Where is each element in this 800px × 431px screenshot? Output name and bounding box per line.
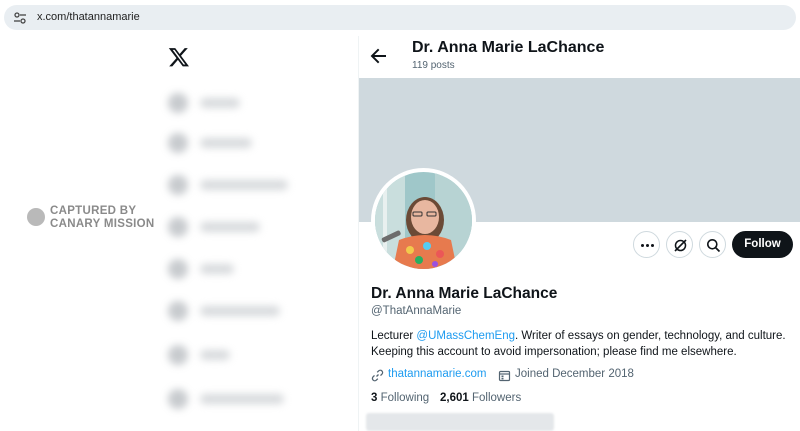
profile-header: Dr. Anna Marie LaChance 119 posts <box>359 36 800 78</box>
header-title: Dr. Anna Marie LaChance <box>412 39 605 56</box>
post-count: 119 posts <box>412 60 455 71</box>
profile-column: Dr. Anna Marie LaChance 119 posts Follow… <box>359 36 800 431</box>
nav-item[interactable] <box>168 90 298 116</box>
bio: Lecturer @UMassChemEng. Writer of essays… <box>371 328 791 360</box>
website-link[interactable]: thatannamarie.com <box>388 368 486 380</box>
x-logo[interactable] <box>168 46 190 68</box>
handle: @ThatAnnaMarie <box>371 305 462 317</box>
joined-date: Joined December 2018 <box>515 368 634 380</box>
display-name: Dr. Anna Marie LaChance <box>371 285 558 302</box>
following-link[interactable]: 3 Following <box>371 392 429 404</box>
nav-item[interactable] <box>168 342 298 368</box>
blurred-content <box>366 413 554 431</box>
nav-item[interactable] <box>168 386 298 412</box>
arrow-left-icon[interactable] <box>367 44 391 68</box>
followers-link[interactable]: 2,601 Followers <box>440 392 521 404</box>
search-profile-button[interactable] <box>699 231 726 258</box>
left-sidebar: CAPTURED BY CANARY MISSION <box>0 36 359 431</box>
url-field[interactable]: x.com/thatannamarie <box>4 5 796 30</box>
watermark-line-1: CAPTURED BY <box>50 205 137 217</box>
watermark-line-2: CANARY MISSION <box>50 218 155 230</box>
nav-item[interactable] <box>168 130 298 156</box>
capture-watermark: CAPTURED BY CANARY MISSION <box>27 204 167 234</box>
nav-menu-blurred <box>158 86 304 426</box>
grok-icon <box>674 239 687 252</box>
url-text[interactable]: x.com/thatannamarie <box>37 11 140 23</box>
grok-button[interactable] <box>666 231 693 258</box>
link-icon <box>371 369 384 382</box>
nav-item[interactable] <box>168 172 298 198</box>
follow-stats: 3 Following 2,601 Followers <box>371 392 791 408</box>
more-button[interactable] <box>633 231 660 258</box>
followers-label: Followers <box>471 392 522 404</box>
canary-icon <box>27 208 45 226</box>
tune-settings-icon[interactable] <box>13 11 27 25</box>
search-icon <box>707 239 721 253</box>
following-label: Following <box>380 392 430 404</box>
followers-count: 2,601 <box>440 392 469 404</box>
follow-button[interactable]: Follow <box>732 231 793 258</box>
calendar-icon <box>498 370 511 382</box>
avatar[interactable] <box>375 172 472 269</box>
following-count: 3 <box>371 392 378 404</box>
bio-mention-link[interactable]: @UMassChemEng <box>416 330 515 342</box>
nav-item[interactable] <box>168 298 298 324</box>
nav-item[interactable] <box>168 256 298 282</box>
more-icon <box>641 244 654 247</box>
bio-text-start: Lecturer <box>371 330 417 342</box>
profile-meta: thatannamarie.com Joined December 2018 <box>371 368 791 384</box>
nav-item[interactable] <box>168 214 298 240</box>
browser-address-bar: x.com/thatannamarie <box>0 0 800 36</box>
